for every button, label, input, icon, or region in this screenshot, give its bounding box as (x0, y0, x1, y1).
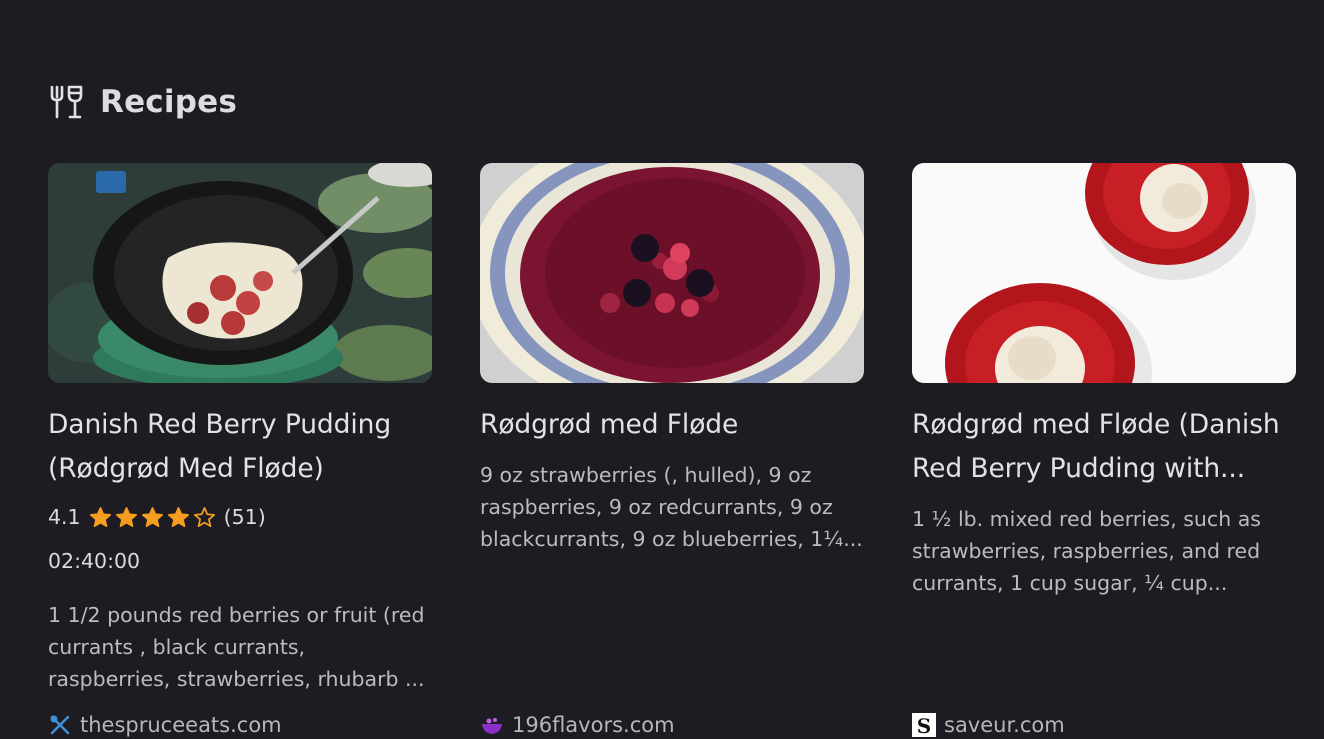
cook-time: 02:40:00 (48, 549, 141, 573)
star-filled-icon (167, 506, 190, 529)
recipe-cards: Danish Red Berry Pudding (Rødgrød Med Fl… (48, 163, 1296, 739)
source-link[interactable]: 196flavors.com (480, 713, 675, 737)
source-domain[interactable]: saveur.com (944, 713, 1065, 737)
rating-value: 4.1 (48, 505, 81, 529)
recipe-card[interactable]: Danish Red Berry Pudding (Rødgrød Med Fl… (48, 163, 432, 739)
utensils-glass-icon (48, 84, 84, 120)
section-title: Recipes (100, 84, 237, 120)
ingredients-snippet: 1 1/2 pounds red berries or fruit (red c… (48, 603, 425, 691)
spruce-utensils-icon (48, 713, 72, 737)
svg-text:S: S (917, 714, 931, 737)
recipe-title[interactable]: Danish Red Berry Pudding (Rødgrød Med Fl… (48, 403, 432, 491)
star-filled-icon (141, 506, 164, 529)
star-filled-icon (115, 506, 138, 529)
recipes-panel: Recipes Danish Red Berry Pudding (Rødgrø… (0, 0, 1324, 739)
ingredients-snippet: 9 oz strawberries (, hulled), 9 oz raspb… (480, 463, 863, 551)
review-count: (51) (223, 505, 266, 529)
recipe-title[interactable]: Rødgrød med Fløde (Danish Red Berry Pudd… (912, 403, 1296, 491)
recipe-title[interactable]: Rødgrød med Fløde (480, 403, 864, 447)
recipe-image[interactable] (912, 163, 1296, 383)
source-link[interactable]: S saveur.com (912, 713, 1065, 737)
recipe-card[interactable]: Rødgrød med Fløde (Danish Red Berry Pudd… (912, 163, 1296, 739)
source-link[interactable]: thespruceeats.com (48, 713, 282, 737)
bowl-icon (480, 713, 504, 737)
saveur-s-icon: S (912, 713, 936, 737)
source-domain[interactable]: 196flavors.com (512, 713, 675, 737)
recipe-image[interactable] (48, 163, 432, 383)
rating-row: 4.1 (51) (48, 501, 432, 533)
recipe-card[interactable]: Rødgrød med Fløde 9 oz strawberries (, h… (480, 163, 864, 739)
source-domain[interactable]: thespruceeats.com (80, 713, 282, 737)
ingredients-snippet: 1 ½ lb. mixed red berries, such as straw… (912, 507, 1261, 595)
star-filled-icon (89, 506, 112, 529)
recipe-image[interactable] (480, 163, 864, 383)
star-empty-icon (193, 506, 216, 529)
star-rating (89, 506, 216, 529)
recipes-header: Recipes (48, 84, 237, 120)
